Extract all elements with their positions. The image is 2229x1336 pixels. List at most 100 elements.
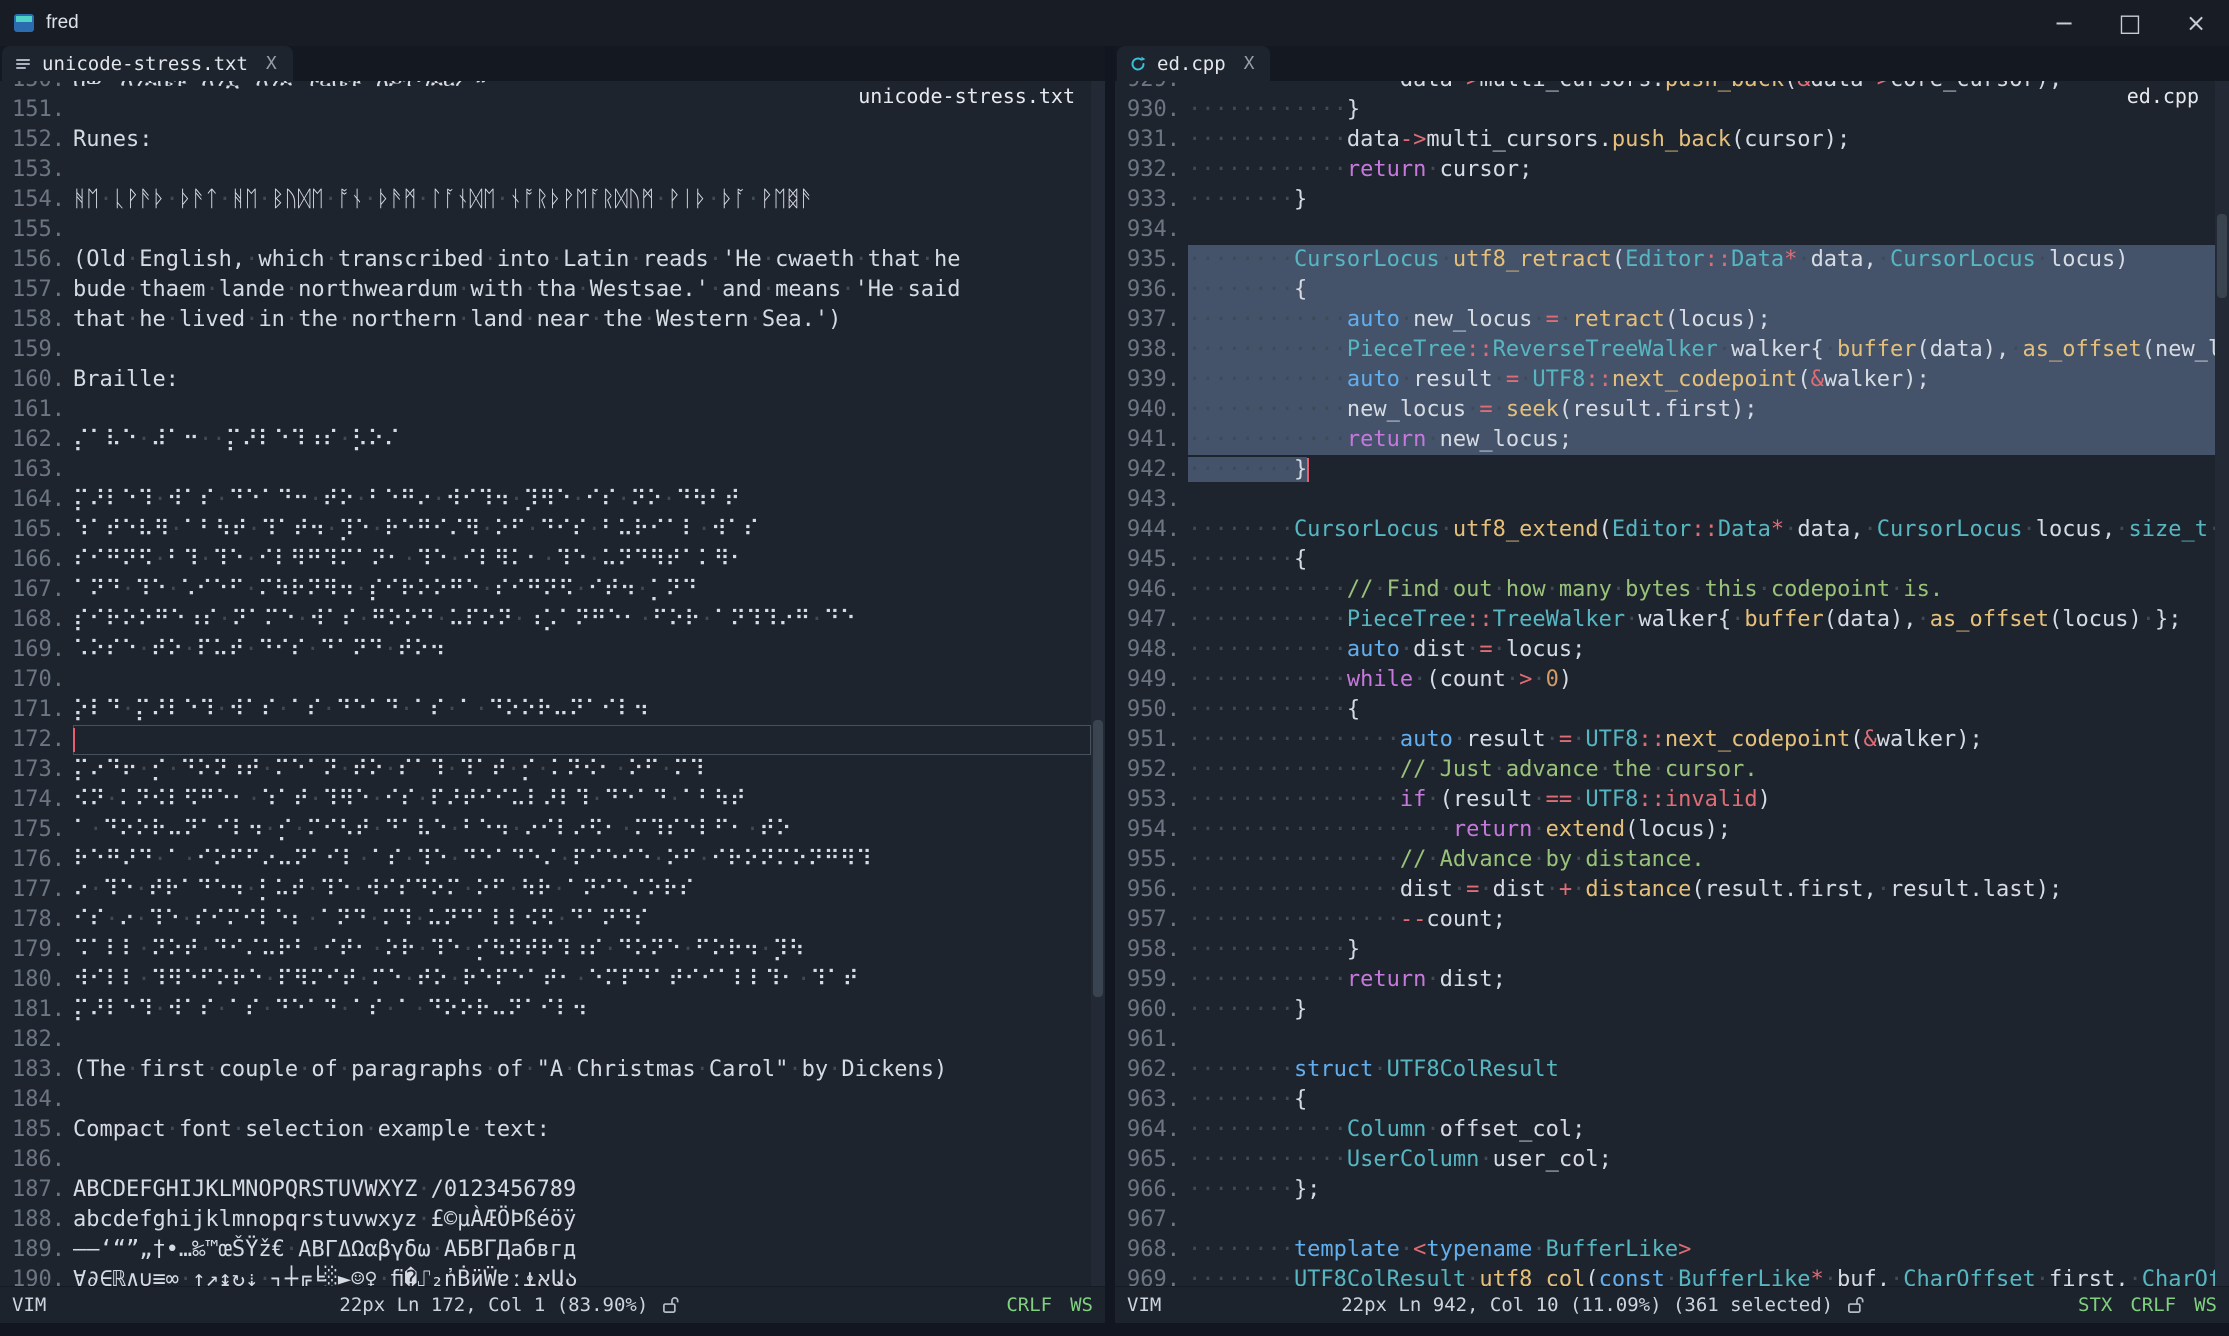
code-line[interactable]: 184. bbox=[0, 1085, 1091, 1115]
code-line[interactable]: 163. bbox=[0, 455, 1091, 485]
code-line[interactable]: 152.Runes: bbox=[0, 125, 1091, 155]
code-line[interactable]: 177.⠔·⠹⠑·⠞⠗⠁⠙⠑⠲·⡃⠥⠞·⠹⠑·⠺⠊⠎⠙⠕⠍·⠕⠋·⠳⠗·⠁⠝⠊⠑… bbox=[0, 875, 1091, 905]
code-line[interactable]: 938.············PieceTree::ReverseTreeWa… bbox=[1115, 335, 2215, 365]
editor-right[interactable]: 929.················data->multi_cursors.… bbox=[1115, 81, 2229, 1286]
code-line[interactable]: 168.⡎⠊⠗⠕⠕⠛⠑⠰⠎·⠝⠁⠍⠑·⠺⠁⠎·⠛⠕⠕⠙·⠥⠏⠕⠝·⠰⡡⠁⠝⠛⠑⠂… bbox=[0, 605, 1091, 635]
code-line[interactable]: 930.············} bbox=[1115, 95, 2215, 125]
scrollbar-right[interactable] bbox=[2215, 81, 2229, 1286]
token: ⡎⠊⠗⠕⠕⠛⠑ bbox=[368, 577, 481, 602]
tab-close-icon[interactable]: X bbox=[1244, 53, 1255, 74]
code-line[interactable]: 189.–—‘“”„†•…‰™œŠŸž€·ΑΒΓΔΩαβγδω·АБВГДабв… bbox=[0, 1235, 1091, 1265]
code-line[interactable]: 182. bbox=[0, 1025, 1091, 1055]
code-line[interactable]: 946.············//·Find·out·how·many·byt… bbox=[1115, 575, 2215, 605]
code-line[interactable]: 931.············data->multi_cursors.push… bbox=[1115, 125, 2215, 155]
code-line[interactable]: 959.············return·dist; bbox=[1115, 965, 2215, 995]
code-line[interactable]: 965.············UserColumn·user_col; bbox=[1115, 1145, 2215, 1175]
code-line[interactable]: 969.········UTF8ColResult·utf8_col(const… bbox=[1115, 1265, 2215, 1286]
code-line[interactable]: 186. bbox=[0, 1145, 1091, 1175]
token: retract bbox=[1572, 307, 1665, 332]
code-line[interactable]: 937.············auto·new_locus·=·retract… bbox=[1115, 305, 2215, 335]
code-line[interactable]: 949.············while·(count·>·0) bbox=[1115, 665, 2215, 695]
code-line[interactable]: 155. bbox=[0, 215, 1091, 245]
code-line[interactable]: 173.⡍⠔⠙⠖·⡊·⠙⠕⠝⠰⠞·⠍⠑⠁⠝·⠞⠕·⠎⠁⠹·⠹⠁⠞·⡊·⠅⠝⠪⠂·… bbox=[0, 755, 1091, 785]
code-line[interactable]: 954.····················return·extend(lo… bbox=[1115, 815, 2215, 845]
scrollbar-left[interactable] bbox=[1091, 81, 1105, 1286]
code-line[interactable]: 187.ABCDEFGHIJKLMNOPQRSTUVWXYZ·/01234567… bbox=[0, 1175, 1091, 1205]
code-line[interactable]: 935.········CursorLocus·utf8_retract(Edi… bbox=[1115, 245, 2215, 275]
code-line[interactable]: 162.⡌⠁⠧⠑·⠼⠁⠒··⡍⠜⠇⠑⠹⠰⠎·⡣⠕⠌ bbox=[0, 425, 1091, 455]
code-line[interactable]: 955.················//·Advance·by·distan… bbox=[1115, 845, 2215, 875]
code-line[interactable]: 961. bbox=[1115, 1025, 2215, 1055]
code-line[interactable]: 944.········CursorLocus·utf8_extend(Edit… bbox=[1115, 515, 2215, 545]
code-line[interactable]: 958.············} bbox=[1115, 935, 2215, 965]
code-line[interactable]: 174.⠪⠝·⠅⠝⠪⠇⠫⠛⠑⠂·⠱⠁⠞·⠹⠻⠑·⠊⠎·⠏⠜⠞⠊⠊⠥⠇⠜⠇⠹·⠙⠑… bbox=[0, 785, 1091, 815]
code-line[interactable]: 933.········} bbox=[1115, 185, 2215, 215]
pane-divider[interactable] bbox=[1105, 46, 1115, 1323]
code-line[interactable]: 950.············{ bbox=[1115, 695, 2215, 725]
code-line[interactable]: 164.⡍⠜⠇⠑⠹·⠺⠁⠎·⠙⠑⠁⠙⠒·⠞⠕·⠃⠑⠛⠔·⠺⠊⠹⠲·⡹⠻⠑·⠊⠎·… bbox=[0, 485, 1091, 515]
code-line[interactable]: 160.Braille: bbox=[0, 365, 1091, 395]
code-line[interactable]: 962.········struct·UTF8ColResult bbox=[1115, 1055, 2215, 1085]
code-line[interactable]: 947.············PieceTree::TreeWalker·wa… bbox=[1115, 605, 2215, 635]
code-line[interactable]: 153. bbox=[0, 155, 1091, 185]
code-line[interactable]: 179.⠩⠁⠇⠇·⠝⠕⠞·⠙⠊⠌⠥⠗⠃·⠊⠞⠂·⠕⠗·⠹⠑·⡊⠳⠝⠞⠗⠹⠰⠎·⠙… bbox=[0, 935, 1091, 965]
code-line[interactable]: 180.⠺⠊⠇⠇·⠹⠻⠑⠋⠕⠗⠑·⠏⠻⠍⠊⠞·⠍⠑·⠞⠕·⠗⠑⠏⠑⠁⠞⠂·⠑⠍⠏… bbox=[0, 965, 1091, 995]
code-line[interactable]: 156.(Old·English,·which·transcribed·into… bbox=[0, 245, 1091, 275]
code-line[interactable]: 171.⡕⠇⠙·⡍⠜⠇⠑⠹·⠺⠁⠎·⠁⠎·⠙⠑⠁⠙·⠁⠎·⠁·⠙⠕⠕⠗⠤⠝⠁⠊⠇… bbox=[0, 695, 1091, 725]
code-line[interactable]: 964.············Column·offset_col; bbox=[1115, 1115, 2215, 1145]
code-line[interactable]: 158.that·he·lived·in·the·northern·land·n… bbox=[0, 305, 1091, 335]
code-line[interactable]: 942.········} bbox=[1115, 455, 2215, 485]
code-line[interactable]: 161. bbox=[0, 395, 1091, 425]
code-line[interactable]: 183.(The·first·couple·of·paragraphs·of·"… bbox=[0, 1055, 1091, 1085]
code-line[interactable]: 170. bbox=[0, 665, 1091, 695]
tab-ed-cpp[interactable]: ed.cpp X bbox=[1117, 46, 1270, 81]
maximize-button[interactable]: □ bbox=[2097, 0, 2163, 46]
code-line[interactable]: 154.ᚻᛖ·ᚳᚹᚫᚦ·ᚦᚫᛏ·ᚻᛖ·ᛒᚢᛞᛖ·ᚩᚾ·ᚦᚫᛗ·ᛚᚪᚾᛞᛖ·ᚾᚩᚱ… bbox=[0, 185, 1091, 215]
code-line[interactable]: 176.⠗⠑⠛⠜⠙·⠁·⠊⠕⠋⠋⠔⠤⠝⠁⠊⠇·⠁⠎·⠹⠑·⠙⠑⠁⠙⠑⠌·⠏⠊⠑⠊… bbox=[0, 845, 1091, 875]
code-line[interactable]: 967. bbox=[1115, 1205, 2215, 1235]
code-line[interactable]: 172. bbox=[0, 725, 1091, 755]
tab-unicode-stress[interactable]: unicode-stress.txt X bbox=[2, 46, 293, 81]
code-line[interactable]: 934. bbox=[1115, 215, 2215, 245]
code-line[interactable]: 929.················data->multi_cursors.… bbox=[1115, 81, 2215, 95]
code-line[interactable]: 188.abcdefghijklmnopqrstuvwxyz·£©µÀÆÖÞßé… bbox=[0, 1205, 1091, 1235]
close-button[interactable]: × bbox=[2163, 0, 2229, 46]
whitespace-dots: · bbox=[1493, 397, 1506, 422]
code-line[interactable]: 941.············return·new_locus; bbox=[1115, 425, 2215, 455]
code-line[interactable]: 943. bbox=[1115, 485, 2215, 515]
code-line[interactable]: 185.Compact·font·selection·example·text: bbox=[0, 1115, 1091, 1145]
code-line[interactable]: 190.∀∂∈ℝ∧∪≡∞·↑↗↨↻⇣·┐┼╔╘░►☺♀·ﬁ�⑀₂ἠḂӥẄɐː⍎א… bbox=[0, 1265, 1091, 1286]
token: ⠙⠕⠕⠗⠤⠝⠁⠊⠇⠲ bbox=[426, 997, 587, 1022]
code-line[interactable]: 957.················--count; bbox=[1115, 905, 2215, 935]
code-line[interactable]: 936.········{ bbox=[1115, 275, 2215, 305]
token: ⠙⠊⠌⠥⠗⠃ bbox=[212, 937, 309, 962]
code-line[interactable]: 178.⠊⠎·⠔·⠹⠑·⠎⠊⠍⠊⠇⠑⠆·⠁⠝⠙·⠍⠹·⠥⠝⠙⠁⠇⠇⠪⠫·⠙⠁⠝⠙… bbox=[0, 905, 1091, 935]
code-line[interactable]: 157.bude·thaem·lande·northweardum·with·t… bbox=[0, 275, 1091, 305]
code-line[interactable]: 966.········}; bbox=[1115, 1175, 2215, 1205]
tab-close-icon[interactable]: X bbox=[266, 53, 277, 74]
code-line[interactable]: 953.················if·(result·==·UTF8::… bbox=[1115, 785, 2215, 815]
scrollbar-thumb[interactable] bbox=[1093, 720, 1103, 997]
code-line[interactable]: 940.············new_locus·=·seek(result.… bbox=[1115, 395, 2215, 425]
code-line[interactable]: 159. bbox=[0, 335, 1091, 365]
code-line[interactable]: 945.········{ bbox=[1115, 545, 2215, 575]
minimize-button[interactable]: − bbox=[2031, 0, 2097, 46]
code-line[interactable]: 951.················auto·result·=·UTF8::… bbox=[1115, 725, 2215, 755]
whitespace-dots: · bbox=[1493, 637, 1506, 662]
code-line[interactable]: 968.········template·<typename·BufferLik… bbox=[1115, 1235, 2215, 1265]
scrollbar-thumb[interactable] bbox=[2217, 214, 2227, 298]
code-line[interactable]: 932.············return·cursor; bbox=[1115, 155, 2215, 185]
code-line[interactable]: 166.⠎⠊⠛⠝⠫·⠃⠹·⠹⠑·⠊⠇⠻⠛⠹⠍⠁⠝⠂·⠹⠑·⠊⠇⠻⠅⠂·⠹⠑·⠥⠝… bbox=[0, 545, 1091, 575]
code-line[interactable]: 952.················//·Just·advance·the·… bbox=[1115, 755, 2215, 785]
code-line[interactable]: 167.⠁⠝⠙·⠹⠑·⠡⠊⠑⠋·⠍⠳⠗⠝⠻⠲·⡎⠊⠗⠕⠕⠛⠑·⠎⠊⠛⠝⠫·⠊⠞⠲… bbox=[0, 575, 1091, 605]
code-line[interactable]: 960.········} bbox=[1115, 995, 2215, 1025]
code-line[interactable]: 181.⡍⠜⠇⠑⠹·⠺⠁⠎·⠁⠎·⠙⠑⠁⠙·⠁⠎·⠁·⠙⠕⠕⠗⠤⠝⠁⠊⠇⠲ bbox=[0, 995, 1091, 1025]
code-line[interactable]: 948.············auto·dist·=·locus; bbox=[1115, 635, 2215, 665]
code-line[interactable]: 963.········{ bbox=[1115, 1085, 2215, 1115]
code-line[interactable]: 165.⠱⠁⠞⠑⠧⠻·⠁⠃⠳⠞·⠹⠁⠞⠲·⡹⠑·⠗⠑⠛⠊⠌⠻·⠕⠋·⠙⠊⠎·⠃⠥… bbox=[0, 515, 1091, 545]
editor-left[interactable]: 150.ሰው·እንደቤቱ·እንጅ·እንደ·ጉረቤቱ·አይተዳደርም።151.15… bbox=[0, 81, 1105, 1286]
code-line[interactable]: 169.⠡⠕⠎⠑·⠞⠕·⠏⠥⠞·⠙⠊⠎·⠙⠁⠝⠙·⠞⠕⠲ bbox=[0, 635, 1091, 665]
code-line[interactable]: 175.⠁·⠙⠕⠕⠗⠤⠝⠁⠊⠇⠲·⡊·⠍⠊⠣⠞·⠙⠁⠧⠑·⠃⠑⠲·⠔⠊⠇⠔⠫⠂·… bbox=[0, 815, 1091, 845]
code-line[interactable]: 939.············auto·result·=·UTF8::next… bbox=[1115, 365, 2215, 395]
code-line[interactable]: 956.················dist·=·dist·+·distan… bbox=[1115, 875, 2215, 905]
